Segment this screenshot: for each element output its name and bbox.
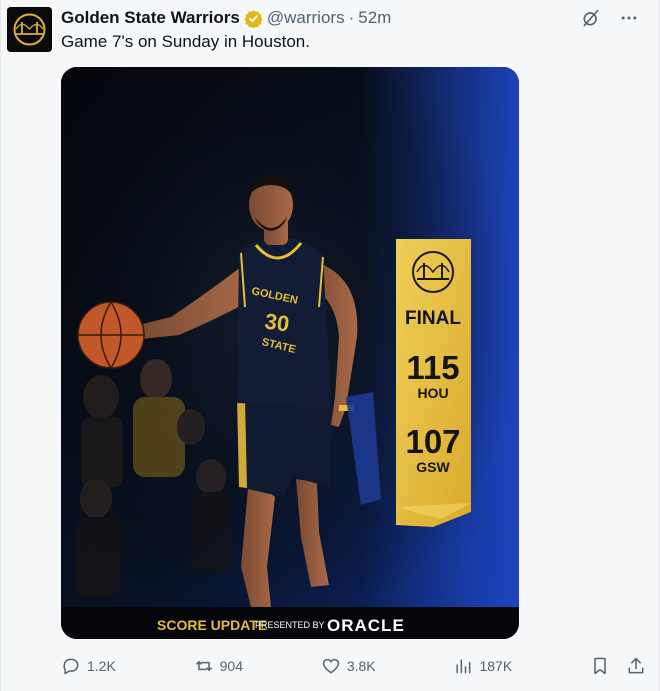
share-icon[interactable] <box>626 656 646 676</box>
reply-icon <box>63 658 79 675</box>
more-icon[interactable] <box>619 8 639 28</box>
bookmark-icon[interactable] <box>590 656 610 676</box>
score-panel: FINAL 115 HOU 107 GSW <box>396 239 471 527</box>
top-actions <box>581 8 639 28</box>
verified-badge-icon <box>244 9 263 28</box>
reply-count: 1.2K <box>87 658 116 674</box>
avatar[interactable] <box>7 7 52 52</box>
footer-presented-by: PRESENTED BY <box>255 620 325 630</box>
reply-button[interactable]: 1.2K <box>61 656 116 676</box>
separator: · <box>348 8 355 27</box>
heart-icon <box>322 658 340 674</box>
warriors-bridge-logo-icon <box>7 7 52 52</box>
post-header: Golden State Warriors @warriors · 52m <box>61 7 391 29</box>
action-bar: 1.2K 904 3.8K 187K <box>61 653 646 679</box>
repost-icon <box>195 660 212 672</box>
team2-abbr: GSW <box>416 459 450 475</box>
post-text: Game 7's on Sunday in Houston. <box>61 32 310 51</box>
post-media[interactable]: GOLDEN 30 STATE FINAL 115 HOU 107 GSW SC… <box>61 67 519 639</box>
tweet: Golden State Warriors @warriors · 52m Ga… <box>0 0 660 691</box>
repost-count: 904 <box>219 658 243 674</box>
timestamp[interactable]: 52m <box>358 8 391 28</box>
right-actions <box>590 656 646 676</box>
display-name[interactable]: Golden State Warriors <box>61 8 240 28</box>
footer-score-update: SCORE UPDATE <box>157 617 267 633</box>
basketball-icon <box>77 301 145 369</box>
team1-abbr: HOU <box>417 385 448 401</box>
score-graphic: GOLDEN 30 STATE FINAL 115 HOU 107 GSW SC… <box>61 67 519 639</box>
like-button[interactable]: 3.8K <box>321 656 376 676</box>
views-count: 187K <box>479 658 513 674</box>
views-button[interactable]: 187K <box>453 656 512 676</box>
jersey-number: 30 <box>263 308 291 336</box>
final-label: FINAL <box>405 308 461 329</box>
repost-button[interactable]: 904 <box>194 656 243 676</box>
team1-score: 115 <box>406 349 459 386</box>
grok-icon[interactable] <box>581 8 601 28</box>
footer-sponsor: ORACLE <box>327 616 405 635</box>
like-count: 3.8K <box>346 658 376 674</box>
views-icon <box>456 659 471 674</box>
team2-score: 107 <box>405 423 460 460</box>
handle[interactable]: @warriors <box>267 8 345 28</box>
